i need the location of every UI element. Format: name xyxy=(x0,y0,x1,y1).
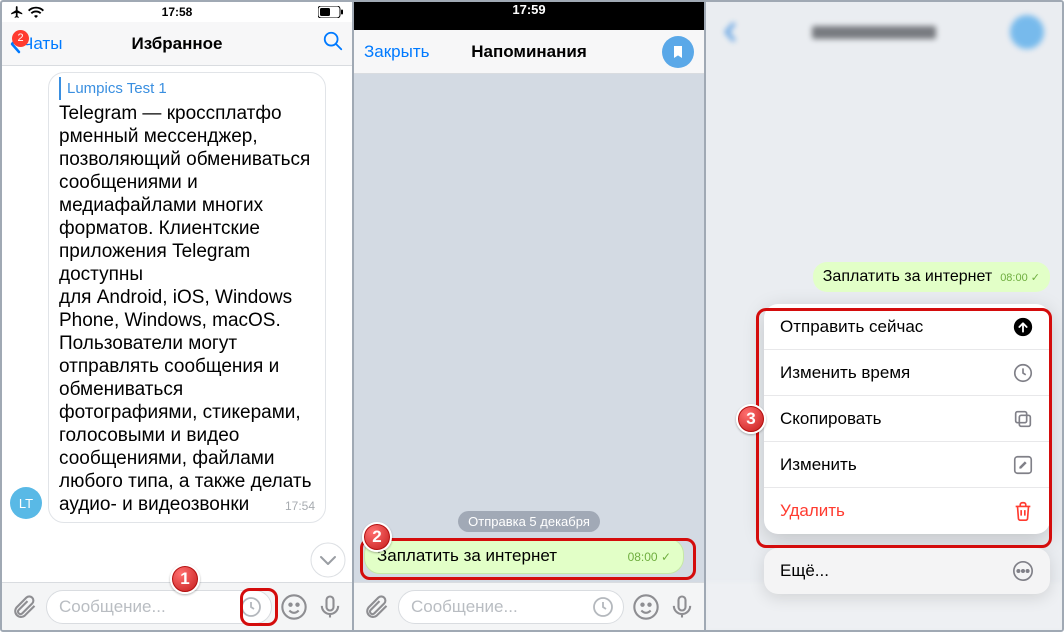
reminders-navbar: Закрыть Напоминания xyxy=(354,30,704,74)
clock-icon xyxy=(1012,362,1034,384)
message-input[interactable]: Сообщение... xyxy=(398,590,624,624)
send-now-icon xyxy=(1012,316,1034,338)
step-badge-1: 1 xyxy=(170,564,200,594)
menu-item-edit[interactable]: Изменить xyxy=(764,442,1050,488)
composer-placeholder: Сообщение... xyxy=(411,597,591,617)
step-badge-3: 3 xyxy=(736,404,766,434)
back-button[interactable]: 2 Чаты xyxy=(10,34,62,54)
reminders-body[interactable]: Отправка 5 декабря Заплатить за интернет… xyxy=(354,74,704,582)
context-menu: Отправить сейчас Изменить время Скопиров… xyxy=(764,304,1050,534)
avatar[interactable]: LT xyxy=(10,487,42,519)
chat-title: Избранное xyxy=(132,34,223,54)
pane-reminders: 17:59 Закрыть Напоминания Отправка 5 дек… xyxy=(354,2,706,630)
scheduled-date-pill: Отправка 5 декабря xyxy=(458,511,600,532)
message-input[interactable]: Сообщение... xyxy=(46,590,272,624)
battery-icon xyxy=(318,6,344,18)
chat-messages-area[interactable]: LT Lumpics Test 1 Telegram — кроссплатфо… xyxy=(2,66,352,582)
reminders-title: Напоминания xyxy=(471,42,587,62)
blurred-navbar xyxy=(706,2,1062,62)
menu-item-send-now[interactable]: Отправить сейчас xyxy=(764,304,1050,350)
scroll-to-bottom-button[interactable] xyxy=(310,542,346,578)
statusbar-time: 17:59 xyxy=(512,2,545,17)
scheduled-message-text: Заплатить за интернет xyxy=(823,268,992,286)
scheduled-message-time: 08:00 xyxy=(628,550,658,564)
composer-placeholder: Сообщение... xyxy=(59,597,239,617)
more-button[interactable]: Ещё... xyxy=(764,548,1050,594)
close-button[interactable]: Закрыть xyxy=(364,42,429,62)
bookmark-icon[interactable] xyxy=(662,36,694,68)
step-badge-2: 2 xyxy=(362,522,392,552)
trash-icon xyxy=(1012,500,1034,522)
menu-item-copy[interactable]: Скопировать xyxy=(764,396,1050,442)
airplane-mode-icon xyxy=(10,5,24,19)
clock-icon[interactable] xyxy=(591,595,615,619)
message-text: Telegram — кроссплатфо рменный мессендже… xyxy=(59,103,317,515)
message-composer: Сообщение... xyxy=(354,582,704,630)
edit-icon xyxy=(1012,454,1034,476)
scheduled-message-text: Заплатить за интернет xyxy=(377,546,618,566)
forwarded-from-label: Lumpics Test 1 xyxy=(59,77,315,100)
menu-item-delete[interactable]: Удалить xyxy=(764,488,1050,534)
clock-icon[interactable] xyxy=(239,595,263,619)
sticker-icon[interactable] xyxy=(280,593,308,621)
more-icon xyxy=(1012,560,1034,582)
attach-icon[interactable] xyxy=(362,593,390,621)
incoming-message-bubble[interactable]: Lumpics Test 1 Telegram — кроссплатфо рм… xyxy=(48,72,326,523)
pane-context-menu: Заплатить за интернет 08:00 ✓ Отправить … xyxy=(706,2,1062,630)
unread-badge: 2 xyxy=(12,30,29,47)
search-button[interactable] xyxy=(322,30,344,57)
scheduled-message-time: 08:00 xyxy=(1000,272,1028,284)
attach-icon[interactable] xyxy=(10,593,38,621)
wifi-icon xyxy=(28,6,44,18)
message-time: 17:54 xyxy=(285,495,315,518)
pane-saved-messages: 17:58 2 Чаты Избранное LT Lumpics Test 1… xyxy=(2,2,354,630)
microphone-icon[interactable] xyxy=(316,593,344,621)
menu-item-reschedule[interactable]: Изменить время xyxy=(764,350,1050,396)
copy-icon xyxy=(1012,408,1034,430)
statusbar-time: 17:58 xyxy=(162,5,193,19)
sticker-icon[interactable] xyxy=(632,593,660,621)
status-bar: 17:58 xyxy=(2,2,352,22)
chat-navbar: 2 Чаты Избранное xyxy=(2,22,352,66)
microphone-icon[interactable] xyxy=(668,593,696,621)
scheduled-message-bubble[interactable]: Заплатить за интернет 08:00 ✓ xyxy=(364,538,684,574)
scheduled-message-bubble[interactable]: Заплатить за интернет 08:00 ✓ xyxy=(813,262,1050,292)
